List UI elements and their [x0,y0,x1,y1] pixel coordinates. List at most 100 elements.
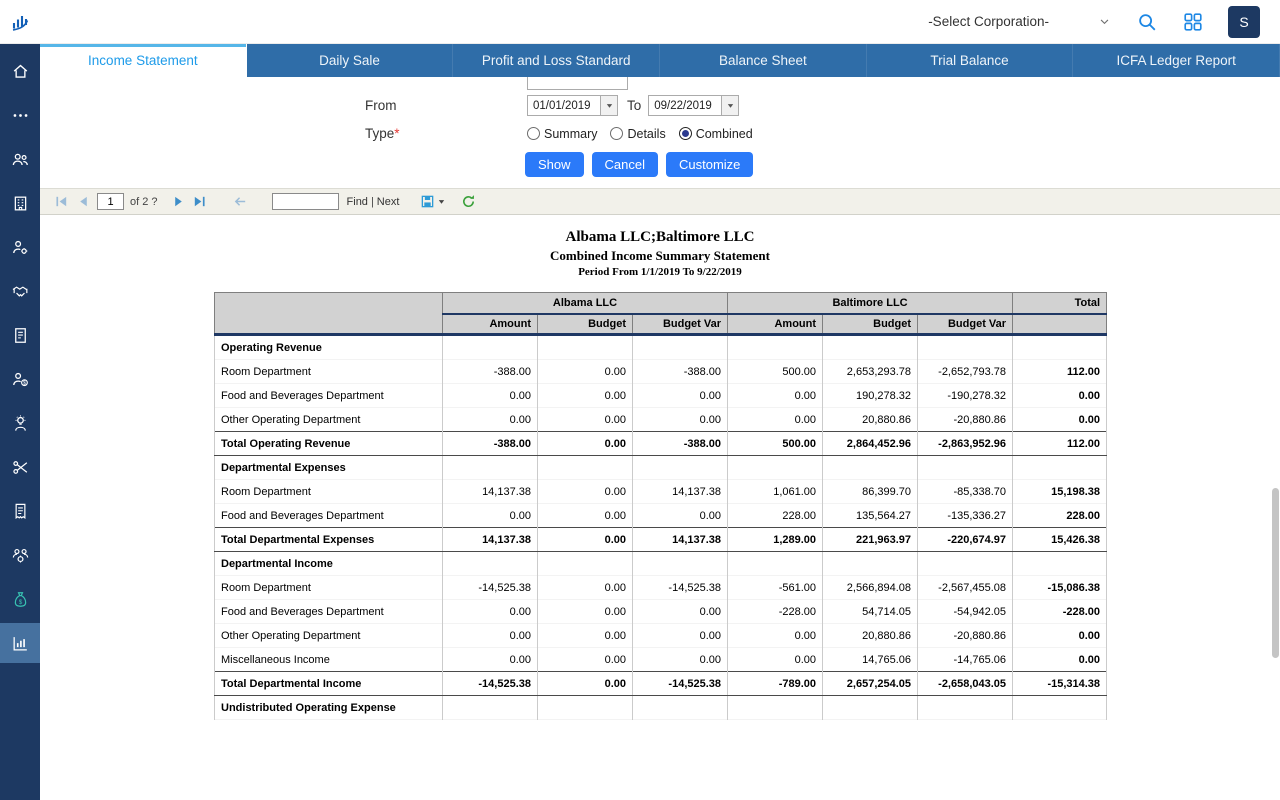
next-link[interactable]: Next [377,196,400,208]
report-row-departmental-income: Departmental Income [215,552,1107,576]
tab-income-statement[interactable]: Income Statement [40,44,247,77]
apps-grid-icon[interactable] [1182,11,1204,33]
row-value: -14,525.38 [443,672,538,696]
row-value [918,552,1013,576]
sidebar-item-user-bulb[interactable] [0,403,40,443]
row-total-value: 0.00 [1013,624,1107,648]
sidebar-item-more-dots[interactable] [0,95,40,135]
row-value: -54,942.05 [918,600,1013,624]
previous-page-icon[interactable] [76,194,91,209]
corner-header [215,293,443,335]
row-value [728,456,823,480]
radio-summary[interactable]: Summary [527,127,597,141]
row-value: 500.00 [728,432,823,456]
sidebar-item-money-bag[interactable] [0,579,40,619]
radio-combined[interactable]: Combined [679,127,753,141]
from-date-dropdown-icon[interactable] [600,96,617,115]
users-gear-icon [11,546,30,565]
radio-details[interactable]: Details [610,127,665,141]
to-date-select[interactable]: 09/22/2019 [648,95,739,116]
tab-profit-and-loss-standard[interactable]: Profit and Loss Standard [453,44,660,77]
row-total-value: 0.00 [1013,408,1107,432]
tab-balance-sheet[interactable]: Balance Sheet [660,44,867,77]
export-button[interactable] [420,194,446,209]
find-input[interactable] [272,193,339,210]
tab-daily-sale[interactable]: Daily Sale [247,44,454,77]
row-value: 20,880.86 [823,624,918,648]
scrollbar-thumb[interactable] [1272,488,1279,658]
row-value [443,335,538,360]
row-value: 0.00 [443,504,538,528]
scrollbar-track[interactable] [1270,215,1279,800]
row-label: Departmental Expenses [215,456,443,480]
report-viewer: Albama LLC;Baltimore LLC Combined Income… [40,215,1280,800]
sidebar-item-building[interactable] [0,183,40,223]
user-bulb-icon [11,414,30,433]
row-value [918,456,1013,480]
to-date-dropdown-icon[interactable] [721,96,738,115]
main-content: Income StatementDaily SaleProfit and Los… [40,44,1280,800]
sidebar-item-users[interactable] [0,139,40,179]
app-logo[interactable] [0,0,40,44]
sidebar-item-user-gear[interactable] [0,227,40,267]
row-value: 1,289.00 [728,528,823,552]
row-value: 0.00 [633,384,728,408]
user-avatar[interactable]: S [1228,6,1260,38]
show-button[interactable]: Show [525,152,584,177]
back-to-parent-icon[interactable] [233,194,248,209]
radio-label: Combined [696,127,753,141]
home-icon [11,62,30,81]
report-row-total-departmental-income: Total Departmental Income-14,525.380.00-… [215,672,1107,696]
scissors-icon [11,458,30,477]
from-date-select[interactable]: 01/01/2019 [527,95,618,116]
row-total-value: -15,086.38 [1013,576,1107,600]
sidebar-item-bar-chart[interactable] [0,623,40,663]
row-value: 0.00 [538,624,633,648]
report-row-departmental-expenses: Departmental Expenses [215,456,1107,480]
row-value [633,696,728,720]
next-page-icon[interactable] [171,194,186,209]
row-label: Other Operating Department [215,408,443,432]
tab-icfa-ledger-report[interactable]: ICFA Ledger Report [1073,44,1280,77]
customize-button[interactable]: Customize [666,152,753,177]
page-count-label: of 2 ? [130,196,158,208]
report-row-room-department: Room Department14,137.380.0014,137.381,0… [215,480,1107,504]
sidebar-item-receipt[interactable] [0,491,40,531]
search-icon[interactable] [1136,11,1158,33]
radio-circle-icon [679,127,692,140]
row-value: -220,674.97 [918,528,1013,552]
refresh-icon[interactable] [461,194,476,209]
page-number-input[interactable] [97,193,124,210]
row-label: Room Department [215,576,443,600]
corporation-select[interactable]: -Select Corporation- [928,14,1112,29]
row-total-value: -228.00 [1013,600,1107,624]
sidebar-item-home[interactable] [0,51,40,91]
row-value: 0.00 [728,384,823,408]
sidebar-item-user-dollar[interactable] [0,359,40,399]
sidebar-item-document-lines[interactable] [0,315,40,355]
row-value: 0.00 [728,624,823,648]
sidebar-item-users-gear[interactable] [0,535,40,575]
row-value: 0.00 [728,648,823,672]
tab-trial-balance[interactable]: Trial Balance [867,44,1074,77]
row-value: 0.00 [538,672,633,696]
row-label: Miscellaneous Income [215,648,443,672]
row-value: 0.00 [538,408,633,432]
row-value: -14,525.38 [443,576,538,600]
last-page-icon[interactable] [192,194,207,209]
row-label: Other Operating Department [215,624,443,648]
report-row-operating-revenue: Operating Revenue [215,335,1107,360]
row-value: 500.00 [728,360,823,384]
row-value: 135,564.27 [823,504,918,528]
group-header-baltimore-llc: Baltimore LLC [728,293,1013,314]
to-date-value: 09/22/2019 [649,96,721,115]
user-dollar-icon [11,370,30,389]
sidebar-item-scissors[interactable] [0,447,40,487]
first-page-icon[interactable] [54,194,69,209]
sidebar-item-handshake[interactable] [0,271,40,311]
cancel-button[interactable]: Cancel [592,152,658,177]
partial-dropdown-field[interactable] [527,77,628,90]
radio-circle-icon [527,127,540,140]
find-link[interactable]: Find [347,196,368,208]
column-header-empty [1013,314,1107,335]
